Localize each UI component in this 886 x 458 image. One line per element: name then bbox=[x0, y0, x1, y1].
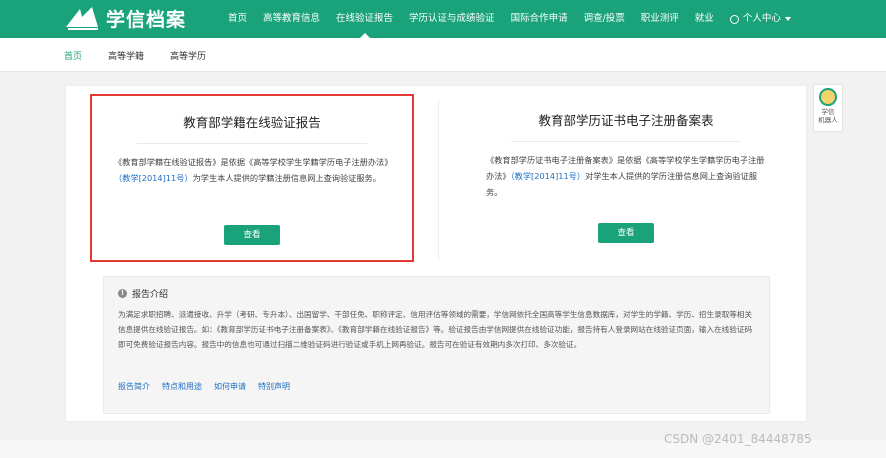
robot-label-line1: 学信 bbox=[821, 108, 835, 116]
link-features[interactable]: 特点和用途 bbox=[162, 381, 202, 392]
nav-employment[interactable]: 就业 bbox=[687, 0, 722, 38]
enrollment-report-card: 教育部学籍在线验证报告 《教育部学籍在线验证报告》是依据《高等学校学生学籍学历电… bbox=[90, 94, 414, 262]
info-icon: ! bbox=[118, 289, 127, 298]
intro-header: ! 报告介绍 bbox=[118, 287, 168, 300]
view-degree-record-button[interactable]: 查看 bbox=[598, 223, 654, 243]
desc-text: 《教育部学籍在线验证报告》是依据《高等学校学生学籍学历电子注册办法》 bbox=[114, 157, 393, 167]
view-enrollment-report-button[interactable]: 查看 bbox=[224, 225, 280, 245]
report-intro-box: ! 报告介绍 为满足求职招聘、派遣接收、升学（考研、专升本）、出国留学、干部任免… bbox=[103, 276, 770, 414]
user-center-menu[interactable]: 个人中心 bbox=[722, 0, 799, 38]
nav-certification[interactable]: 学历认证与成绩验证 bbox=[401, 0, 503, 38]
top-navbar: 学信档案 首页 高等教育信息 在线验证报告 学历认证与成绩验证 国际合作申请 调… bbox=[0, 0, 886, 38]
sub-nav: 首页 高等学籍 高等学历 bbox=[64, 38, 232, 72]
chat-robot-widget[interactable]: 学信 机器人 bbox=[813, 84, 843, 132]
subnav-enrollment[interactable]: 高等学籍 bbox=[108, 49, 144, 62]
intro-body: 为满足求职招聘、派遣接收、升学（考研、专升本）、出国留学、干部任免、职称评定、信… bbox=[118, 310, 753, 350]
nav-online-verification[interactable]: 在线验证报告 bbox=[328, 0, 401, 38]
degree-record-card: 教育部学历证书电子注册备案表 《教育部学历证书电子注册备案表》是依据《高等学校学… bbox=[464, 94, 788, 262]
link-how-to-apply[interactable]: 如何申请 bbox=[214, 381, 246, 392]
robot-label-line2: 机器人 bbox=[818, 116, 838, 124]
card-title: 教育部学历证书电子注册备案表 bbox=[538, 113, 714, 128]
desc-text: 为学生本人提供的学籍注册信息网上查询验证服务。 bbox=[192, 173, 381, 183]
user-center-label: 个人中心 bbox=[742, 13, 781, 24]
watermark: CSDN @2401_84448785 bbox=[664, 432, 812, 446]
subnav-degree[interactable]: 高等学历 bbox=[170, 49, 206, 62]
vertical-divider bbox=[438, 100, 439, 260]
nav-career-test[interactable]: 职业测评 bbox=[633, 0, 687, 38]
user-icon bbox=[729, 14, 739, 24]
book-logo-icon bbox=[66, 7, 98, 30]
nav-survey[interactable]: 调查/投票 bbox=[576, 0, 633, 38]
subnav-home[interactable]: 首页 bbox=[64, 49, 82, 62]
logo-text: 学信档案 bbox=[106, 8, 187, 31]
regulation-link[interactable]: （教学[2014]11号） bbox=[114, 173, 193, 183]
card-title: 教育部学籍在线验证报告 bbox=[183, 115, 321, 130]
nav-home[interactable]: 首页 bbox=[220, 0, 255, 38]
intro-links: 报告简介 特点和用途 如何申请 特别声明 bbox=[118, 381, 302, 392]
chevron-down-icon bbox=[784, 17, 791, 21]
card-description: 《教育部学籍在线验证报告》是依据《高等学校学生学籍学历电子注册办法》 （教学[20… bbox=[92, 144, 412, 222]
site-logo[interactable]: 学信档案 bbox=[64, 4, 186, 32]
link-statement[interactable]: 特别声明 bbox=[258, 381, 290, 392]
card-description: 《教育部学历证书电子注册备案表》是依据《高等学校学生学籍学历电子注册办法》（教学… bbox=[464, 142, 788, 220]
intro-title: 报告介绍 bbox=[132, 290, 169, 300]
nav-international[interactable]: 国际合作申请 bbox=[503, 0, 576, 38]
main-panel: 教育部学籍在线验证报告 《教育部学籍在线验证报告》是依据《高等学校学生学籍学历电… bbox=[65, 85, 807, 422]
regulation-link[interactable]: （教学[2014]11号） bbox=[511, 171, 585, 181]
nav-higher-edu-info[interactable]: 高等教育信息 bbox=[255, 0, 328, 38]
link-report-summary[interactable]: 报告简介 bbox=[118, 381, 150, 392]
main-nav: 首页 高等教育信息 在线验证报告 学历认证与成绩验证 国际合作申请 调查/投票 … bbox=[220, 0, 799, 38]
breadcrumb-bar: 首页 高等学籍 高等学历 bbox=[0, 38, 886, 72]
robot-avatar-icon bbox=[819, 88, 837, 106]
